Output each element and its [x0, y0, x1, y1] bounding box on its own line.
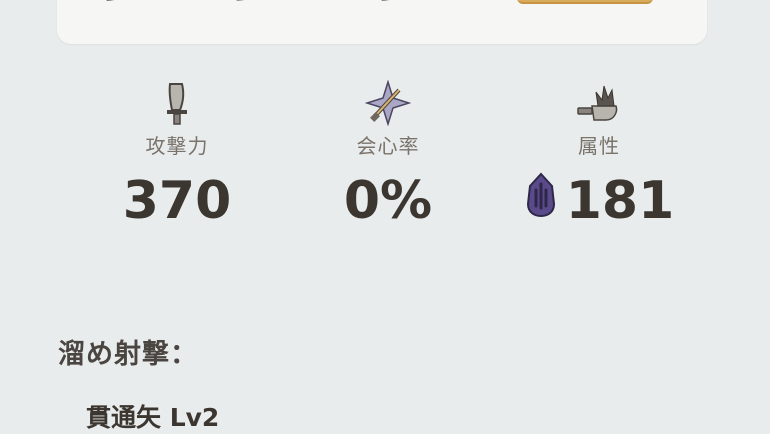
blade-icon	[372, 0, 432, 2]
weapon-preview-panel	[57, 0, 707, 44]
stat-attack: 攻撃力 370	[92, 78, 262, 230]
stat-value: 370	[92, 172, 262, 230]
affinity-icon	[303, 78, 473, 126]
stat-element: 属性 181	[514, 78, 684, 230]
attack-value: 370	[122, 171, 232, 231]
stat-value: 0%	[303, 172, 473, 230]
blade-icon	[227, 0, 287, 2]
attack-icon	[92, 78, 262, 126]
blade-icon	[97, 0, 157, 2]
element-icon	[514, 78, 684, 126]
dragon-element-icon	[524, 172, 558, 230]
stat-value: 181	[514, 172, 684, 230]
charge-shot-level: 貫通矢 Lv2	[86, 403, 220, 432]
gold-highlight-bar	[517, 0, 653, 4]
stat-label: 会心率	[356, 134, 420, 158]
stat-label: 属性	[578, 134, 620, 158]
stat-affinity: 会心率 0%	[303, 78, 473, 230]
charge-shot-title: 溜め射撃：	[58, 339, 198, 370]
stat-label: 攻撃力	[145, 134, 209, 158]
element-value: 181	[565, 171, 675, 231]
affinity-value: 0%	[343, 171, 433, 231]
